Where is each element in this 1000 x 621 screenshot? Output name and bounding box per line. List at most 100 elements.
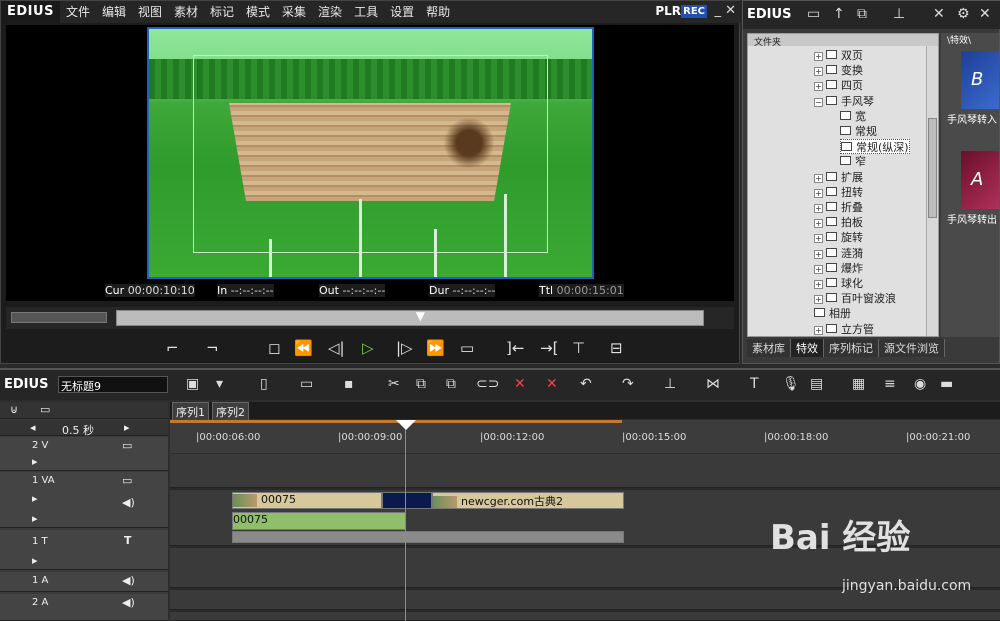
undo-icon[interactable]: ↶ — [580, 376, 592, 392]
expand-icon[interactable]: + — [814, 249, 823, 259]
title-icon[interactable]: T — [750, 376, 759, 392]
menu-marker[interactable]: 标记 — [204, 1, 240, 23]
shuttle-slider[interactable] — [11, 312, 107, 323]
fast-forward-icon[interactable]: ⏩ — [426, 339, 445, 357]
plr-indicator[interactable]: PLR — [655, 4, 681, 18]
up-folder-icon[interactable]: ↑ — [833, 6, 845, 22]
video-clip[interactable]: 00075 — [232, 492, 382, 509]
link-icon[interactable]: ⊂⊃ — [476, 376, 499, 392]
tab-sequence-2[interactable]: 序列2 — [212, 402, 249, 422]
add-marker-icon[interactable]: ⊥ — [664, 376, 676, 392]
timeline-cursor[interactable] — [405, 420, 406, 621]
speaker-icon[interactable]: ◀) — [122, 496, 135, 509]
expand-icon[interactable]: + — [814, 264, 823, 274]
audio-waveform[interactable] — [232, 531, 624, 543]
rec-indicator[interactable]: REC — [681, 5, 707, 18]
tab-bin[interactable]: 素材库 — [747, 339, 791, 357]
track-header-1a[interactable]: 1 A ◀) — [0, 572, 168, 592]
tree-node[interactable]: 宽 — [840, 109, 866, 124]
loop-icon[interactable]: ▭ — [460, 339, 474, 357]
play-icon[interactable]: ▷ — [362, 339, 374, 357]
track-header-2v[interactable]: 2 V ▭ ▸ — [0, 437, 168, 471]
menu-file[interactable]: 文件 — [60, 1, 96, 23]
project-settings-icon[interactable]: ▾ — [216, 376, 223, 392]
new-icon[interactable]: ▯ — [260, 376, 268, 392]
time-ruler[interactable]: |00:00:06:00 |00:00:09:00 |00:00:12:00 |… — [170, 420, 1000, 453]
menu-tools[interactable]: 工具 — [348, 1, 384, 23]
menu-help[interactable]: 帮助 — [420, 1, 456, 23]
track-2a[interactable] — [170, 612, 1000, 621]
tree-node[interactable]: 窄 — [840, 154, 866, 169]
audio-clip[interactable]: 00075 — [232, 512, 406, 530]
video-clip[interactable]: newcger.com古典2 — [432, 492, 624, 509]
speaker-icon[interactable]: ◀) — [122, 596, 135, 609]
view-icon[interactable]: ⧉ — [857, 6, 867, 22]
effect-thumb-accordion-in[interactable]: B — [961, 51, 999, 109]
tree-node[interactable]: + 变换 — [814, 63, 863, 78]
copy-icon[interactable]: ⧉ — [416, 376, 426, 392]
tree-node[interactable]: 常规(纵深) — [840, 139, 910, 155]
track-header-1va[interactable]: 1 VA ▭ ◀) ▸ ▸ — [0, 472, 168, 528]
tree-node[interactable]: + 双页 — [814, 48, 863, 63]
paste-icon[interactable]: ⧉ — [446, 376, 456, 392]
grid-icon[interactable]: ▦ — [852, 376, 865, 392]
tree-node[interactable]: 常规 — [840, 124, 877, 139]
tree-node[interactable]: + 百叶窗波浪 — [814, 291, 896, 306]
track-header-1t[interactable]: 1 T T ▸ — [0, 530, 168, 570]
rewind-icon[interactable]: ⏪ — [294, 339, 313, 357]
tab-sequence-1[interactable]: 序列1 — [172, 402, 209, 422]
close-icon[interactable]: ✕ — [725, 3, 736, 18]
expand-icon[interactable]: + — [814, 52, 823, 61]
toggle-icon[interactable]: ⊍ — [10, 403, 18, 416]
zoom-level[interactable]: 0.5 秒 — [62, 422, 94, 438]
expand-icon[interactable]: + — [814, 173, 823, 183]
stop-icon[interactable]: ◻ — [268, 339, 280, 357]
expand-icon[interactable]: ▸ — [32, 492, 38, 505]
menu-edit[interactable]: 编辑 — [96, 1, 132, 23]
color-icon[interactable]: ◉ — [914, 376, 926, 392]
tree-node[interactable]: + 涟漪 — [814, 246, 863, 261]
tree-scrollbar[interactable] — [926, 46, 938, 336]
title-track-icon[interactable]: T — [124, 534, 132, 547]
layout-icon[interactable]: ▬ — [940, 376, 953, 392]
redo-icon[interactable]: ↷ — [622, 376, 634, 392]
save-icon[interactable]: ▪ — [344, 376, 354, 392]
expand-icon[interactable]: + — [814, 325, 823, 335]
expand-icon[interactable]: + — [814, 219, 823, 229]
playhead-marker-icon[interactable]: ▼ — [416, 309, 425, 323]
add-icon[interactable]: ⊥ — [893, 6, 905, 22]
zoom-left-icon[interactable]: ◂ — [30, 421, 36, 434]
expand-icon[interactable]: ▸ — [32, 554, 38, 567]
collapse-icon[interactable]: − — [814, 97, 823, 107]
zoom-right-icon[interactable]: ▸ — [124, 421, 130, 434]
tab-sequence-markers[interactable]: 序列标记 — [824, 339, 879, 357]
minimize-icon[interactable]: _ — [715, 3, 722, 18]
tree-node[interactable]: + 拍板 — [814, 215, 863, 230]
tree-node[interactable]: + 立方管 — [814, 322, 874, 336]
expand-icon[interactable]: + — [814, 234, 823, 244]
effect-thumb-accordion-out[interactable]: A — [961, 151, 999, 209]
expand-icon[interactable]: + — [814, 295, 823, 305]
properties-icon[interactable]: ⚙ — [957, 6, 970, 22]
position-bar[interactable]: ▼ — [116, 309, 704, 326]
transition-clip[interactable] — [382, 492, 432, 509]
zoom-slider[interactable]: ▭ — [40, 403, 50, 416]
playhead-icon[interactable] — [396, 420, 416, 430]
expand-icon[interactable]: + — [814, 204, 823, 213]
open-icon[interactable]: ▭ — [300, 376, 313, 392]
expand-icon[interactable]: + — [814, 82, 823, 92]
camera-icon[interactable]: ▣ — [186, 376, 199, 392]
video-track-icon[interactable]: ▭ — [122, 439, 132, 452]
cut-icon[interactable]: ✂ — [388, 376, 400, 392]
tree-node[interactable]: + 扩展 — [814, 170, 863, 185]
tree-node[interactable]: − 手风琴 — [814, 94, 874, 109]
transition-icon[interactable]: ⋈ — [706, 376, 720, 392]
replace-icon[interactable]: ⊤ — [572, 339, 585, 357]
expand-icon[interactable]: ▸ — [32, 455, 38, 468]
delete-icon[interactable]: ✕ — [546, 376, 558, 392]
tree-node[interactable]: 相册 — [814, 306, 851, 321]
menu-view[interactable]: 视图 — [132, 1, 168, 23]
set-in-icon[interactable]: ⌐ — [166, 339, 179, 357]
ripple-delete-icon[interactable]: ✕ — [514, 376, 526, 392]
tree-node[interactable]: + 爆炸 — [814, 261, 863, 276]
